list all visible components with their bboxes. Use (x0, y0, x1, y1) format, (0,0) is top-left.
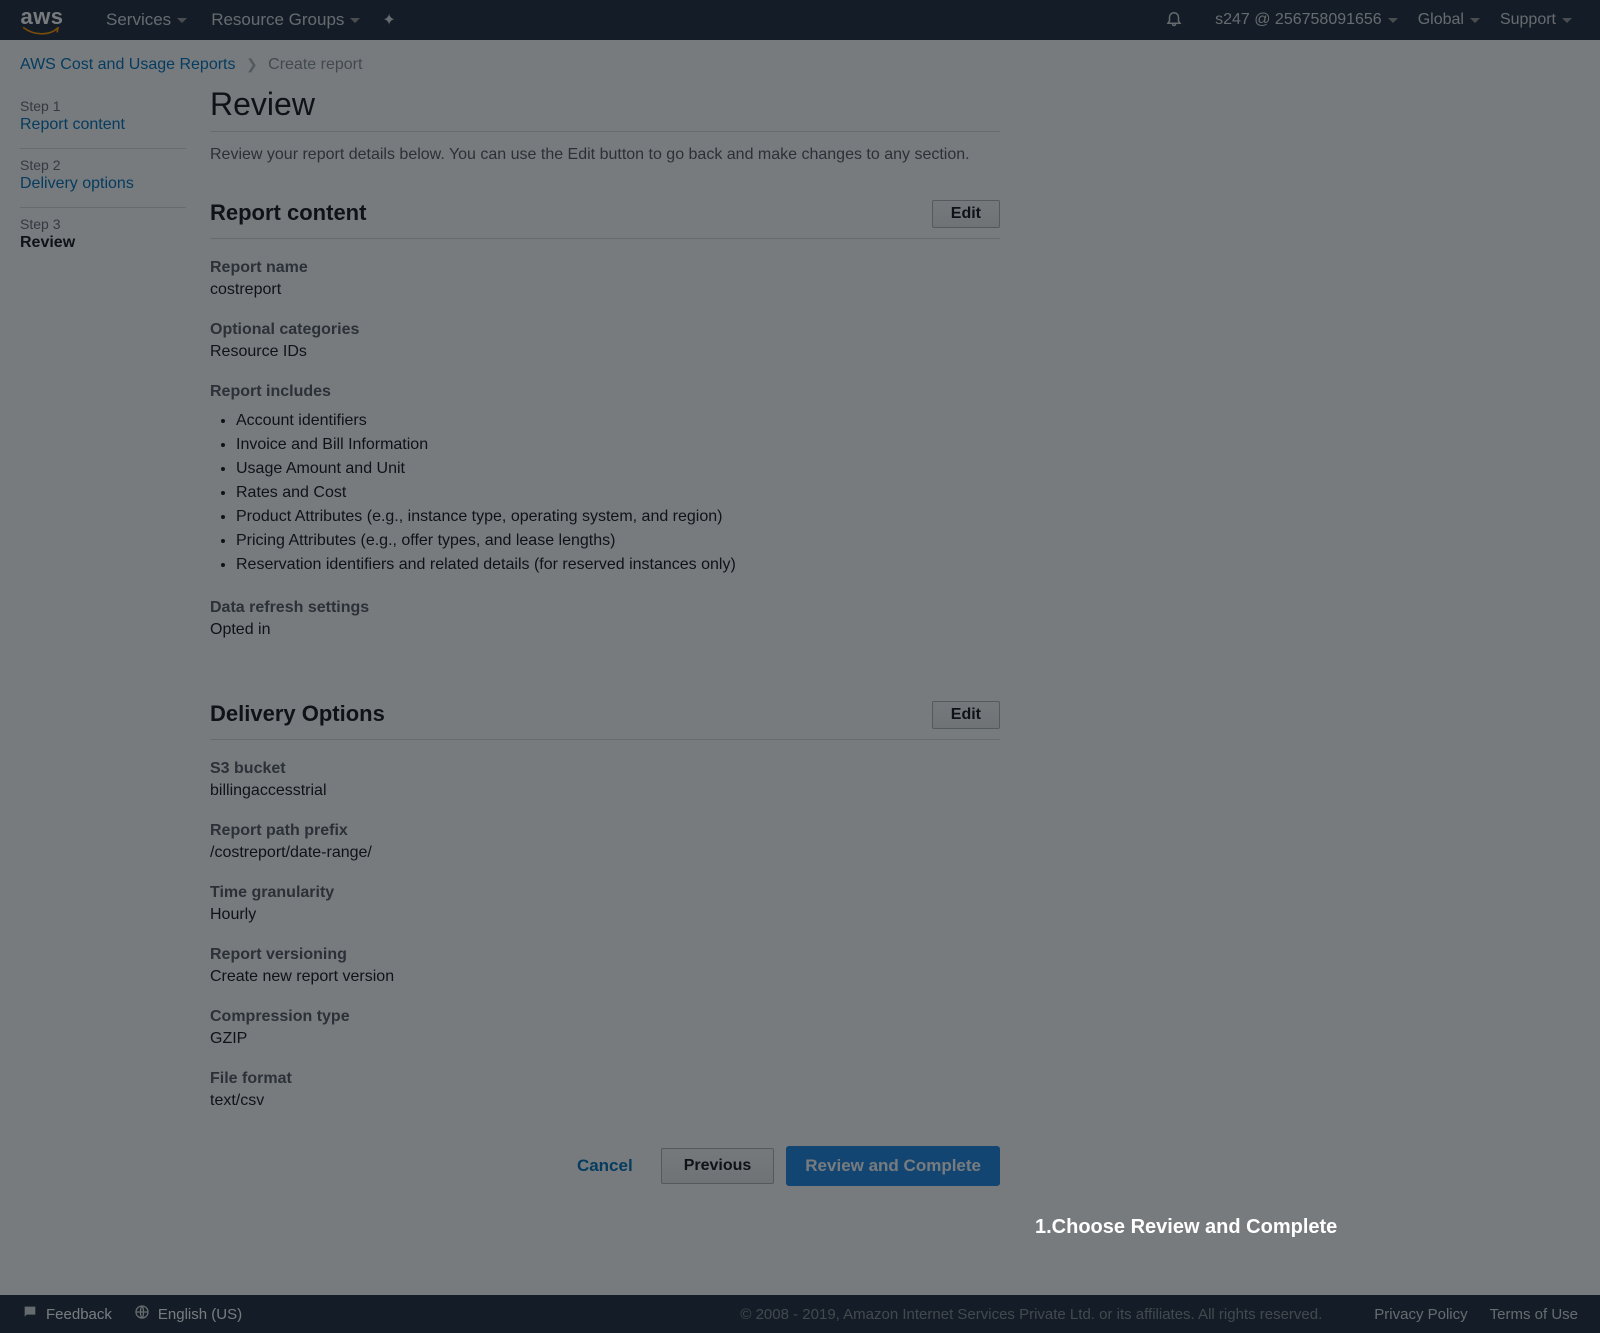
wizard-steps: Step 1 Report content Step 2 Delivery op… (20, 86, 210, 1226)
time-granularity-value: Hourly (210, 906, 1000, 924)
optional-categories-value: Resource IDs (210, 343, 1000, 361)
list-item: Account identifiers (236, 409, 1000, 433)
wizard-step-1-title[interactable]: Report content (20, 116, 186, 134)
chevron-right-icon: ❯ (240, 56, 264, 72)
chevron-down-icon (350, 18, 360, 23)
wizard-actions: Cancel Previous Review and Complete (210, 1146, 1000, 1186)
footer-privacy-link[interactable]: Privacy Policy (1374, 1306, 1467, 1323)
chevron-down-icon (177, 18, 187, 23)
report-prefix-label: Report path prefix (210, 822, 1000, 840)
aws-logo[interactable]: aws (18, 6, 66, 35)
edit-report-content-button[interactable]: Edit (932, 200, 1000, 228)
optional-categories-label: Optional categories (210, 321, 1000, 339)
list-item: Usage Amount and Unit (236, 457, 1000, 481)
wizard-step-2-title[interactable]: Delivery options (20, 175, 186, 193)
footer-feedback[interactable]: Feedback (22, 1304, 112, 1324)
nav-resource-groups-label: Resource Groups (211, 10, 344, 30)
footer-terms-link[interactable]: Terms of Use (1490, 1306, 1578, 1323)
breadcrumb-current: Create report (268, 56, 362, 73)
callout: 1.Choose Review and Complete (1035, 1216, 1337, 1239)
wizard-step-2[interactable]: Step 2 Delivery options (20, 149, 186, 208)
aws-logo-text: aws (20, 6, 63, 28)
wizard-step-3-label: Step 3 (20, 216, 186, 232)
file-format-label: File format (210, 1070, 1000, 1088)
wizard-step-1[interactable]: Step 1 Report content (20, 90, 186, 149)
wizard-step-1-label: Step 1 (20, 98, 186, 114)
nav-region[interactable]: Global (1408, 11, 1490, 29)
footer-language-label: English (US) (158, 1306, 242, 1323)
report-versioning-value: Create new report version (210, 968, 1000, 986)
nav-resource-groups[interactable]: Resource Groups (199, 10, 372, 30)
time-granularity-label: Time granularity (210, 884, 1000, 902)
report-name-label: Report name (210, 259, 1000, 277)
cancel-button[interactable]: Cancel (561, 1148, 649, 1184)
chevron-down-icon (1388, 18, 1398, 23)
primary-highlight: Review and Complete (786, 1146, 1000, 1186)
s3-bucket-value: billingaccesstrial (210, 782, 1000, 800)
report-includes-label: Report includes (210, 383, 1000, 401)
review-and-complete-button[interactable]: Review and Complete (786, 1146, 1000, 1186)
data-refresh-value: Opted in (210, 621, 1000, 639)
compression-type-value: GZIP (210, 1030, 1000, 1048)
report-name-value: costreport (210, 281, 1000, 299)
wizard-step-2-label: Step 2 (20, 157, 186, 173)
page-title: Review (210, 86, 1000, 123)
chevron-down-icon (1470, 18, 1480, 23)
footer: Feedback English (US) © 2008 - 2019, Ama… (0, 1295, 1600, 1333)
nav-services[interactable]: Services (94, 10, 199, 30)
nav-support[interactable]: Support (1490, 11, 1582, 29)
bell-icon[interactable] (1165, 9, 1183, 32)
section-report-content-title: Report content (210, 200, 366, 226)
nav-region-label: Global (1418, 11, 1464, 29)
list-item: Rates and Cost (236, 481, 1000, 505)
footer-language[interactable]: English (US) (134, 1304, 242, 1324)
edit-delivery-button[interactable]: Edit (932, 701, 1000, 729)
report-versioning-label: Report versioning (210, 946, 1000, 964)
breadcrumb-root[interactable]: AWS Cost and Usage Reports (20, 56, 236, 73)
list-item: Invoice and Bill Information (236, 433, 1000, 457)
section-delivery-header: Delivery Options Edit (210, 701, 1000, 729)
section-delivery-title: Delivery Options (210, 701, 385, 727)
nav-services-label: Services (106, 10, 171, 30)
report-includes-list: Account identifiers Invoice and Bill Inf… (210, 409, 1000, 577)
nav-support-label: Support (1500, 11, 1556, 29)
report-prefix-value: /costreport/date-range/ (210, 844, 1000, 862)
wizard-step-3-title: Review (20, 234, 186, 252)
breadcrumb: AWS Cost and Usage Reports ❯ Create repo… (0, 40, 1600, 86)
list-item: Reservation identifiers and related deta… (236, 553, 1000, 577)
pin-icon[interactable]: ✦ (382, 10, 395, 30)
nav-account-label: s247 @ 256758091656 (1215, 11, 1382, 29)
chevron-down-icon (1562, 18, 1572, 23)
list-item: Product Attributes (e.g., instance type,… (236, 505, 1000, 529)
section-report-content-header: Report content Edit (210, 200, 1000, 228)
review-panel: Review Review your report details below.… (210, 86, 1000, 1226)
globe-icon (134, 1304, 150, 1324)
list-item: Pricing Attributes (e.g., offer types, a… (236, 529, 1000, 553)
previous-button[interactable]: Previous (661, 1148, 775, 1184)
data-refresh-label: Data refresh settings (210, 599, 1000, 617)
top-navbar: aws Services Resource Groups ✦ s247 @ 25… (0, 0, 1600, 40)
callout-text: 1.Choose Review and Complete (1035, 1216, 1337, 1238)
chat-icon (22, 1304, 38, 1324)
nav-account[interactable]: s247 @ 256758091656 (1205, 11, 1408, 29)
wizard-step-3: Step 3 Review (20, 208, 186, 266)
file-format-value: text/csv (210, 1092, 1000, 1110)
page-subtitle: Review your report details below. You ca… (210, 146, 1000, 164)
aws-smile-icon (18, 27, 66, 35)
s3-bucket-label: S3 bucket (210, 760, 1000, 778)
footer-feedback-label: Feedback (46, 1306, 112, 1323)
footer-copyright: © 2008 - 2019, Amazon Internet Services … (740, 1306, 1322, 1323)
compression-type-label: Compression type (210, 1008, 1000, 1026)
